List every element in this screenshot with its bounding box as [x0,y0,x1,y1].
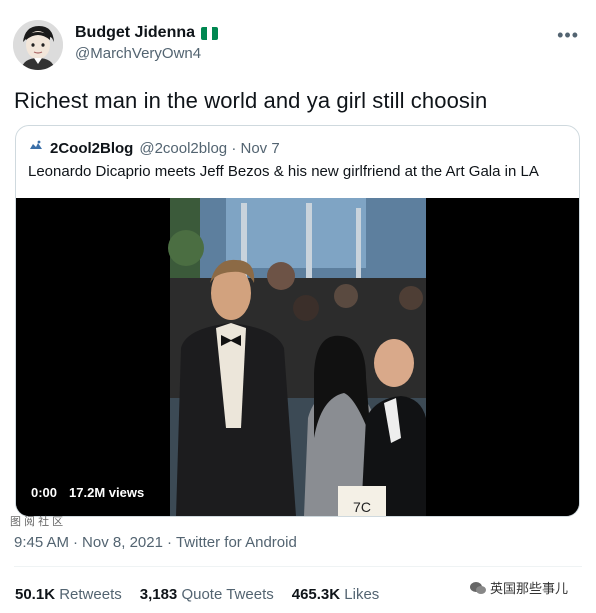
tweet-text: Richest man in the world and ya girl sti… [14,88,488,113]
stat-likes-number: 465.3K [291,586,341,603]
engagement-stats: 50.1K Retweets 3,183 Quote Tweets 465.3K… [15,586,379,603]
video-overlay: 0:00 17.2M views [31,485,144,500]
stat-retweets-label: Retweets [59,586,122,603]
timestamp-date[interactable]: Nov 8, 2021 [82,534,163,551]
stats-divider [14,566,582,567]
video-frame: 7C [16,198,579,516]
video-player[interactable]: 7C 0:00 17.2M views [16,198,579,516]
quoted-author-avatar-icon[interactable] [28,138,44,158]
timestamp-separator: · [166,534,172,551]
flag-stripe-right [212,26,219,40]
wechat-icon [470,581,486,594]
stat-likes-label: Likes [344,586,380,603]
watermark-right-text: 英国那些事儿 [490,581,569,596]
watermark-left-top: 图 阅 社 区 [10,516,64,528]
nigeria-flag-icon [201,26,219,40]
author-handle[interactable]: @MarchVeryOwn4 [75,45,201,62]
stat-retweets-number: 50.1K [15,586,56,603]
author-avatar[interactable] [13,20,63,70]
watermark-left: 图 阅 社 区 [10,516,63,528]
quoted-tweet-text: Leonardo Dicaprio meets Jeff Bezos & his… [28,163,539,180]
stat-quote-tweets-number: 3,183 [139,586,178,603]
stat-likes[interactable]: 465.3K Likes [292,586,380,603]
quoted-tweet-header: 2Cool2Blog @2cool2blog · Nov 7 [28,138,280,158]
meta-separator: · [231,139,237,157]
author-name-row[interactable]: Budget Jidenna [75,24,219,42]
more-options-icon[interactable]: ••• [557,25,579,46]
timestamp-separator: · [73,534,79,551]
timestamp-time[interactable]: 9:45 AM [14,534,69,551]
author-display-name[interactable]: Budget Jidenna [75,24,195,42]
stat-quote-tweets[interactable]: 3,183 Quote Tweets [140,586,274,603]
avatar-illustration [13,20,63,70]
video-card-text: 7C [353,499,371,515]
video-views: 17.2M views [69,485,145,500]
quoted-author-name[interactable]: 2Cool2Blog [50,140,133,157]
quoted-tweet-card[interactable]: 2Cool2Blog @2cool2blog · Nov 7 Leonardo … [15,125,580,517]
timestamp-source[interactable]: Twitter for Android [176,534,297,551]
quoted-author-handle[interactable]: @2cool2blog [139,140,227,157]
stat-quote-tweets-label: Quote Tweets [181,586,274,603]
stat-retweets[interactable]: 50.1K Retweets [15,586,122,603]
watermark-right: 英国那些事儿 [470,578,568,597]
tweet-timestamp[interactable]: 9:45 AM · Nov 8, 2021 · Twitter for Andr… [14,534,297,551]
quoted-author-meta: @2cool2blog · Nov 7 [139,140,279,157]
video-time: 0:00 [31,485,58,500]
quoted-tweet-date[interactable]: Nov 7 [240,140,279,157]
